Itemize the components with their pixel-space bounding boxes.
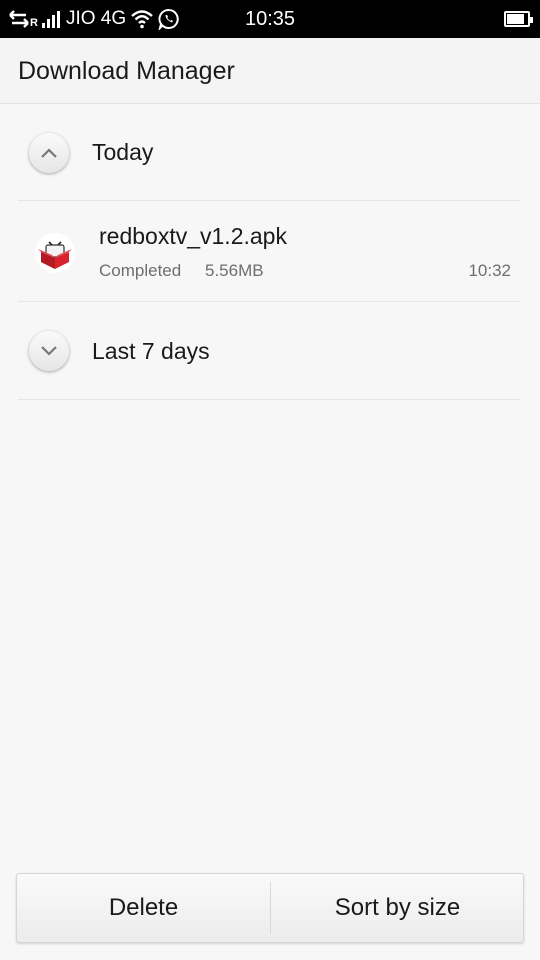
group-header-today[interactable]: Today [0, 105, 540, 201]
download-item[interactable]: redboxtv_v1.2.apk Completed 5.56MB 10:32 [0, 201, 540, 301]
battery-icon [504, 11, 533, 27]
bottom-action-bar: Delete Sort by size [16, 873, 524, 943]
app-header: Download Manager [0, 38, 540, 104]
delete-button[interactable]: Delete [17, 874, 270, 942]
group-label: Today [92, 139, 154, 165]
file-time: 10:32 [468, 261, 511, 280]
collapse-button[interactable] [29, 133, 69, 173]
divider [18, 399, 520, 400]
sort-by-size-button[interactable]: Sort by size [271, 874, 524, 942]
file-name: redboxtv_v1.2.apk [99, 223, 287, 249]
status-bar: R JIO 4G 10:35 [0, 0, 540, 38]
file-size: 5.56MB [205, 261, 264, 280]
chevron-up-icon [41, 148, 57, 158]
redbox-tv-app-icon [35, 233, 75, 273]
expand-button[interactable] [29, 331, 69, 371]
chevron-down-icon [41, 346, 57, 356]
file-status: Completed [99, 261, 182, 280]
battery-level [507, 14, 525, 24]
status-bar-right [504, 0, 533, 38]
group-label: Last 7 days [92, 338, 210, 364]
group-header-last-7-days[interactable]: Last 7 days [0, 302, 540, 398]
status-bar-time: 10:35 [244, 7, 296, 30]
page-title: Download Manager [18, 56, 235, 85]
